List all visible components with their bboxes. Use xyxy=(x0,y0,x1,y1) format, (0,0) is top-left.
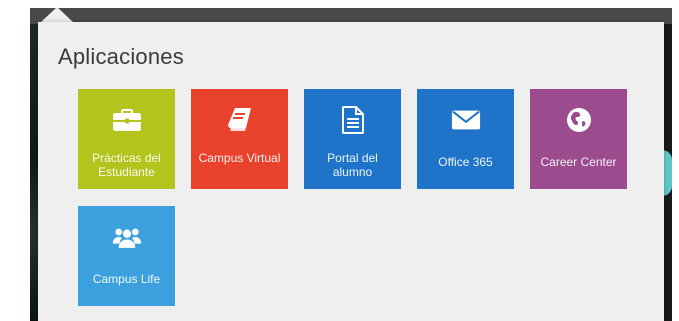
dropdown-caret xyxy=(40,7,74,23)
tile-label: Office 365 xyxy=(438,155,493,169)
envelope-icon xyxy=(451,105,481,135)
tile-portal-alumno[interactable]: Portal del alumno xyxy=(304,89,401,189)
tile-label: Campus Virtual xyxy=(198,151,281,165)
tile-label: Campus Life xyxy=(92,272,161,286)
tile-label: Prácticas del Estudiante xyxy=(92,151,161,179)
tile-label: Portal del alumno xyxy=(327,151,378,179)
apps-dropdown-panel: Aplicaciones Prácticas del Estudiante Ca… xyxy=(38,22,664,321)
tile-career-center[interactable]: Career Center xyxy=(530,89,627,189)
tile-campus-virtual[interactable]: Campus Virtual xyxy=(191,89,288,189)
document-icon xyxy=(338,105,368,135)
users-icon xyxy=(112,222,142,252)
tile-office-365[interactable]: Office 365 xyxy=(417,89,514,189)
panel-title: Aplicaciones xyxy=(58,44,184,69)
tile-campus-life[interactable]: Campus Life xyxy=(78,206,175,306)
book-icon xyxy=(225,105,255,135)
tile-practicas-estudiante[interactable]: Prácticas del Estudiante xyxy=(78,89,175,189)
briefcase-icon xyxy=(112,105,142,135)
screen: Aplicaciones Prácticas del Estudiante Ca… xyxy=(0,0,679,321)
globe-icon xyxy=(564,105,594,135)
apps-grid: Prácticas del Estudiante Campus Virtual xyxy=(78,89,638,306)
tile-label: Career Center xyxy=(540,155,617,169)
